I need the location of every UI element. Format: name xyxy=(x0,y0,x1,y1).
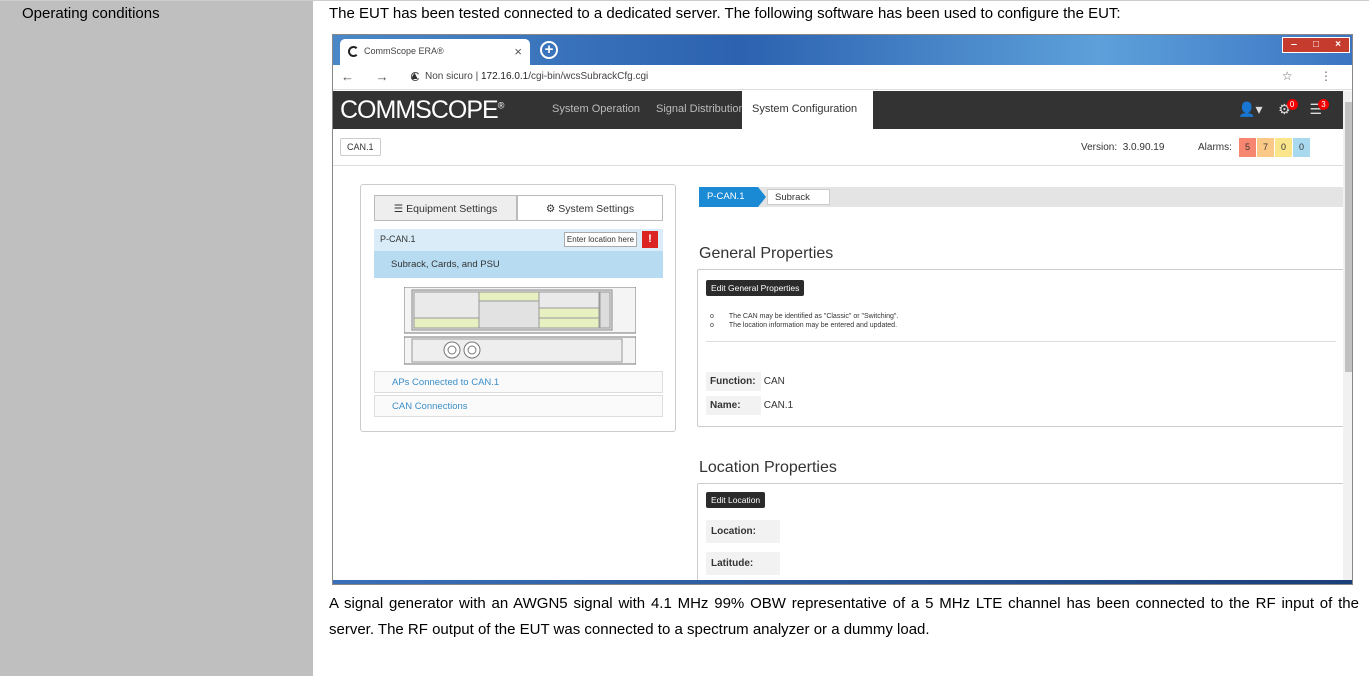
software-screenshot: CommScope ERA® × + ‒ □ × ← → C ▲ Non sicur… xyxy=(332,34,1353,585)
general-notes: The CAN may be identified as "Classic" o… xyxy=(720,312,898,330)
function-label: Function: xyxy=(706,372,761,391)
browser-menu-icons[interactable]: ☆ ⋮ xyxy=(1282,69,1344,83)
list-badge: 3 xyxy=(1318,99,1329,110)
tab-equipment-settings[interactable]: ☰ Equipment Settings xyxy=(374,195,517,221)
breadcrumb: P-CAN.1 Subrack xyxy=(699,187,1344,207)
maximize-icon[interactable]: □ xyxy=(1305,38,1327,52)
row-label: Operating conditions xyxy=(22,5,160,22)
commscope-logo: COMMSCOPE® xyxy=(340,96,505,125)
scrollbar-thumb[interactable] xyxy=(1345,102,1352,372)
function-row: Function: CAN xyxy=(706,372,785,391)
tab-system-settings[interactable]: ⚙ System Settings xyxy=(517,195,663,221)
pcan-label: P-CAN.1 xyxy=(380,234,416,244)
alarm-minor[interactable]: 0 xyxy=(1275,138,1292,157)
logo-text: COMMSCOPE xyxy=(340,96,499,124)
label-cell: Operating conditions xyxy=(0,1,315,676)
intro-text: The EUT has been tested connected to a d… xyxy=(329,5,1121,22)
breadcrumb-pcan[interactable]: P-CAN.1 xyxy=(699,187,766,207)
commscope-favicon-icon xyxy=(348,46,359,57)
version-display: Version: 3.0.90.19 xyxy=(1081,142,1164,153)
warning-icon: ▲ xyxy=(409,70,420,82)
name-value: CAN.1 xyxy=(763,400,794,411)
security-label: Non sicuro xyxy=(425,71,473,82)
alarm-warning[interactable]: 0 xyxy=(1293,138,1310,157)
close-window-icon[interactable]: × xyxy=(1327,38,1349,52)
aps-connected-link[interactable]: APs Connected to CAN.1 xyxy=(374,371,663,393)
setup-paragraph: A signal generator with an AWGN5 signal … xyxy=(329,595,1359,638)
version-value: 3.0.90.19 xyxy=(1122,142,1165,153)
app-toolbar: CAN.1 Version: 3.0.90.19 Alarms: 5 7 0 0 xyxy=(333,129,1343,166)
subrack-row[interactable]: Subrack, Cards, and PSU xyxy=(374,251,663,278)
tab-title: CommScope ERA® xyxy=(364,46,444,56)
new-tab-button[interactable]: + xyxy=(540,41,558,59)
location-properties-panel: Edit Location Location: Latitude: xyxy=(697,483,1346,584)
can-button[interactable]: CAN.1 xyxy=(340,138,381,156)
latitude-label: Latitude: xyxy=(706,552,780,575)
subrack-illustration[interactable] xyxy=(404,287,636,365)
general-properties-title: General Properties xyxy=(699,245,834,262)
note-can-type: The CAN may be identified as "Classic" o… xyxy=(720,312,898,321)
version-label: Version: xyxy=(1081,142,1118,153)
general-properties-panel: Edit General Properties The CAN may be i… xyxy=(697,269,1346,427)
user-icon[interactable]: 👤▾ xyxy=(1238,101,1262,117)
note-location: The location information may be entered … xyxy=(720,321,898,330)
nav-system-operation[interactable]: System Operation xyxy=(552,103,640,115)
url-path: /cgi-bin/wcsSubrackCfg.cgi xyxy=(528,71,649,82)
can-connections-link[interactable]: CAN Connections xyxy=(374,395,663,417)
address-bar: ← → C ▲ Non sicuro | 172.16.0.1/cgi-bin/… xyxy=(333,65,1352,90)
tab-system-label: System Settings xyxy=(558,203,635,215)
operating-conditions-row: Operating conditions The EUT has been te… xyxy=(0,0,1369,676)
alarms-label: Alarms: xyxy=(1198,142,1232,153)
pcan-row[interactable]: P-CAN.1 Enter location here ! xyxy=(374,229,663,251)
browser-tab[interactable]: CommScope ERA® × xyxy=(340,39,530,65)
nav-system-configuration[interactable]: System Configuration xyxy=(742,91,873,129)
content-cell: The EUT has been tested connected to a d… xyxy=(317,1,1369,676)
location-properties-title: Location Properties xyxy=(699,459,837,476)
windows-taskbar xyxy=(333,580,1352,584)
alarm-critical[interactable]: 5 xyxy=(1239,138,1256,157)
equipment-panel: ☰ Equipment Settings ⚙ System Settings P… xyxy=(360,184,676,432)
name-row: Name: CAN.1 xyxy=(706,396,793,415)
edit-general-properties-button[interactable]: Edit General Properties xyxy=(706,280,805,296)
minimize-icon[interactable]: ‒ xyxy=(1283,38,1305,52)
url-field[interactable]: Non sicuro | 172.16.0.1/cgi-bin/wcsSubra… xyxy=(425,71,648,82)
function-value: CAN xyxy=(763,376,785,387)
url-host: 172.16.0.1 xyxy=(480,71,529,82)
alert-icon: ! xyxy=(642,231,658,248)
breadcrumb-subrack[interactable]: Subrack xyxy=(767,189,830,205)
navbar-icons: 👤▾ ⚙0 ☰3 xyxy=(1238,99,1333,118)
cogs-icon: ⚙ xyxy=(545,203,559,215)
browser-titlebar: CommScope ERA® × + ‒ □ × xyxy=(333,35,1352,65)
alarm-major[interactable]: 7 xyxy=(1257,138,1274,157)
scrollbar[interactable] xyxy=(1343,91,1352,584)
edit-location-button[interactable]: Edit Location xyxy=(706,492,766,508)
close-tab-icon[interactable]: × xyxy=(514,44,522,59)
divider xyxy=(706,341,1336,342)
tab-equipment-label: Equipment Settings xyxy=(406,203,498,215)
window-controls[interactable]: ‒ □ × xyxy=(1282,37,1350,53)
name-label: Name: xyxy=(706,396,761,415)
app-navbar: COMMSCOPE® System Operation Signal Distr… xyxy=(333,91,1343,129)
list-icon: ☰ xyxy=(393,203,407,215)
logo-mark: ® xyxy=(497,100,505,111)
nav-signal-distribution[interactable]: Signal Distribution xyxy=(656,103,745,115)
enter-location-input[interactable]: Enter location here xyxy=(564,232,637,247)
location-label: Location: xyxy=(706,520,780,543)
gear-badge: 0 xyxy=(1286,99,1298,110)
